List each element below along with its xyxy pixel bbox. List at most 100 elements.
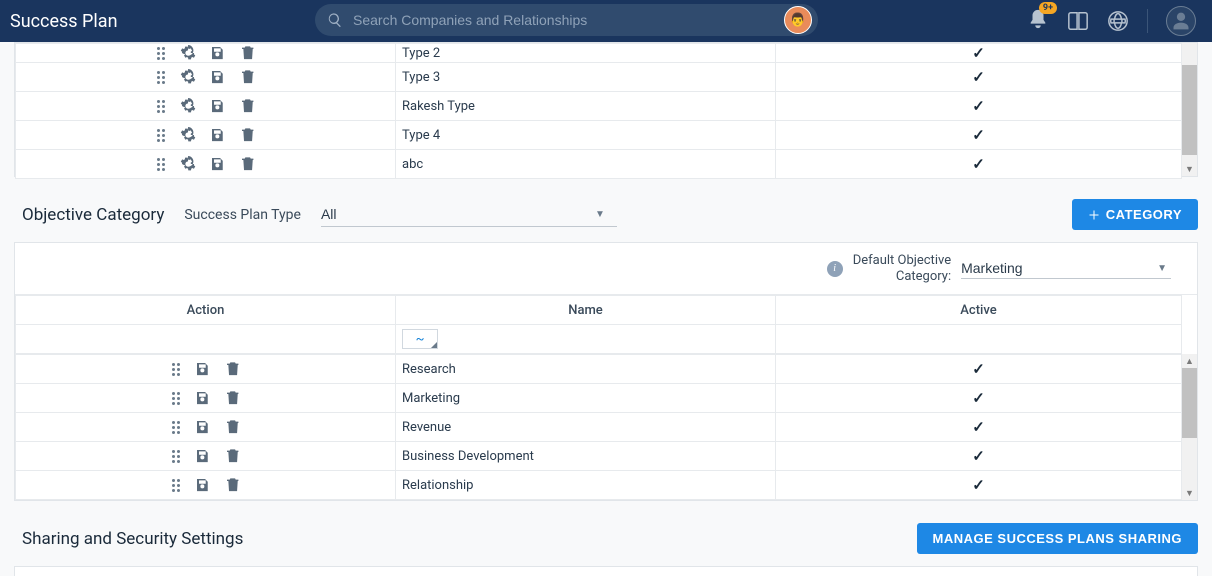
category-name: Business Development — [396, 442, 776, 471]
drag-handle-icon[interactable] — [171, 363, 181, 376]
type-row: Type 3 ✓ — [16, 63, 1182, 92]
notification-badge: 9+ — [1039, 2, 1057, 14]
col-active: Active — [776, 296, 1182, 325]
drag-handle-icon[interactable] — [156, 47, 166, 60]
plus-icon — [1088, 209, 1100, 221]
gear-icon[interactable] — [180, 69, 196, 85]
type-row: Type 2 ✓ — [16, 44, 1182, 63]
manage-sharing-button[interactable]: MANAGE SUCCESS PLANS SHARING — [917, 523, 1198, 554]
drag-handle-icon[interactable] — [156, 100, 166, 113]
save-icon[interactable] — [210, 45, 226, 61]
active-check-icon: ✓ — [972, 68, 985, 86]
category-filter-row: ~ — [16, 325, 1182, 354]
default-category-select[interactable] — [961, 258, 1171, 279]
drag-handle-icon[interactable] — [171, 392, 181, 405]
trash-icon[interactable] — [240, 69, 256, 85]
active-check-icon: ✓ — [972, 418, 985, 436]
drag-handle-icon[interactable] — [171, 479, 181, 492]
trash-icon[interactable] — [225, 477, 241, 493]
category-header-row: Action Name Active — [16, 296, 1182, 325]
drag-handle-icon[interactable] — [171, 421, 181, 434]
category-name: Revenue — [396, 413, 776, 442]
trash-icon[interactable] — [225, 390, 241, 406]
objective-section-header: Objective Category Success Plan Type ▼ C… — [22, 199, 1198, 230]
drag-handle-icon[interactable] — [156, 158, 166, 171]
save-icon[interactable] — [195, 361, 211, 377]
col-action: Action — [16, 296, 396, 325]
types-table-wrap: Type 2✓Type 3✓Rakesh Type✓Type 4✓abc✓ ▼ — [14, 42, 1198, 177]
types-table: Type 2✓Type 3✓Rakesh Type✓Type 4✓abc✓ — [15, 43, 1182, 179]
types-scrollbar[interactable]: ▼ — [1182, 43, 1197, 176]
objective-title: Objective Category — [22, 205, 164, 225]
docs-icon[interactable] — [1067, 10, 1089, 32]
category-name: Research — [396, 355, 776, 384]
plan-type-label: Success Plan Type — [184, 207, 301, 223]
drag-handle-icon[interactable] — [156, 129, 166, 142]
default-category-row: i Default Objective Category: ▼ — [15, 243, 1197, 295]
type-name: Rakesh Type — [396, 92, 776, 121]
notifications-button[interactable]: 9+ — [1027, 8, 1049, 34]
sharing-title: Sharing and Security Settings — [22, 529, 243, 549]
save-icon[interactable] — [210, 127, 226, 143]
category-row: Revenue ✓ — [16, 413, 1182, 442]
trash-icon[interactable] — [240, 127, 256, 143]
trash-icon[interactable] — [240, 98, 256, 114]
category-table: Action Name Active ~ — [15, 295, 1182, 354]
type-row: Rakesh Type ✓ — [16, 92, 1182, 121]
info-icon[interactable]: i — [827, 261, 843, 277]
active-check-icon: ✓ — [972, 389, 985, 407]
gear-icon[interactable] — [180, 156, 196, 172]
type-row: Type 4✓ — [16, 121, 1182, 150]
drag-handle-icon[interactable] — [171, 450, 181, 463]
globe-icon[interactable] — [1107, 10, 1129, 32]
trash-icon[interactable] — [225, 419, 241, 435]
trash-icon[interactable] — [240, 45, 256, 61]
search-icon — [327, 12, 343, 28]
sharing-panel — [14, 566, 1198, 576]
app-header: Success Plan 👨 9+ — [0, 0, 1212, 42]
gear-icon[interactable] — [180, 98, 196, 114]
search-input[interactable] — [353, 4, 780, 36]
active-check-icon: ✓ — [972, 360, 985, 378]
active-check-icon: ✓ — [972, 97, 985, 115]
type-name: abc — [396, 150, 776, 179]
save-icon[interactable] — [195, 419, 211, 435]
brand-title: Success Plan — [10, 11, 310, 32]
active-check-icon: ✓ — [972, 476, 985, 494]
type-row: abc ✓ — [16, 150, 1182, 179]
save-icon[interactable] — [210, 98, 226, 114]
default-category-label: Default Objective Category: — [853, 253, 951, 284]
sharing-section-header: Sharing and Security Settings MANAGE SUC… — [22, 523, 1198, 554]
save-icon[interactable] — [195, 477, 211, 493]
save-icon[interactable] — [210, 156, 226, 172]
active-check-icon: ✓ — [972, 447, 985, 465]
type-name: Type 3 — [396, 63, 776, 92]
gear-icon[interactable] — [180, 127, 196, 143]
save-icon[interactable] — [210, 69, 226, 85]
header-divider — [1147, 9, 1148, 33]
search-avatar[interactable]: 👨 — [784, 6, 812, 34]
category-name: Relationship — [396, 471, 776, 500]
category-row: Marketing ✓ — [16, 384, 1182, 413]
global-search[interactable]: 👨 — [315, 4, 818, 36]
name-filter[interactable]: ~ — [402, 329, 438, 349]
active-check-icon: ✓ — [972, 126, 985, 144]
category-scrollbar[interactable]: ▲ ▼ — [1182, 354, 1197, 500]
category-name: Marketing — [396, 384, 776, 413]
drag-handle-icon[interactable] — [156, 71, 166, 84]
save-icon[interactable] — [195, 390, 211, 406]
user-avatar[interactable] — [1166, 6, 1196, 36]
type-name: Type 2 — [396, 44, 776, 63]
save-icon[interactable] — [195, 448, 211, 464]
active-check-icon: ✓ — [972, 155, 985, 173]
trash-icon[interactable] — [240, 156, 256, 172]
category-table-wrap: i Default Objective Category: ▼ Action N… — [14, 242, 1198, 501]
trash-icon[interactable] — [225, 448, 241, 464]
trash-icon[interactable] — [225, 361, 241, 377]
category-row: Research ✓ — [16, 355, 1182, 384]
col-name: Name — [396, 296, 776, 325]
gear-icon[interactable] — [180, 45, 196, 61]
active-check-icon: ✓ — [972, 44, 985, 62]
plan-type-select[interactable] — [321, 202, 617, 227]
add-category-button[interactable]: CATEGORY — [1072, 199, 1198, 230]
